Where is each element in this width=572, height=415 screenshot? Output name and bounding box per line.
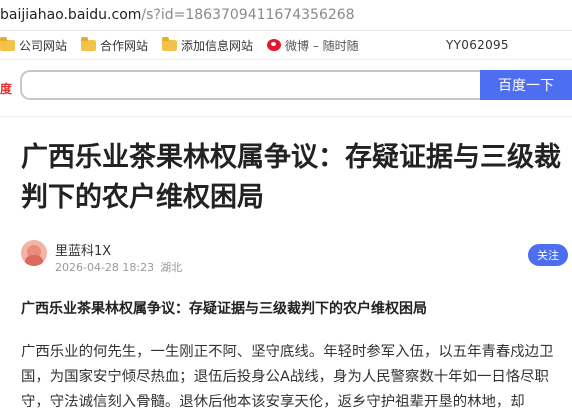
article-subtitle: 广西乐业茶果林权属争议：存疑证据与三级裁判下的农户维权困局	[21, 301, 427, 317]
folder-icon	[0, 36, 15, 51]
search-button[interactable]: 百度一下	[480, 70, 572, 100]
address-bar[interactable]: baijiahao.baidu.com/s?id=186370941167435…	[0, 0, 572, 31]
publish-date: 2026-04-28 18:23	[55, 261, 155, 274]
url-text[interactable]: baijiahao.baidu.com/s?id=186370941167435…	[0, 7, 355, 23]
bookmark-company-site[interactable]: 公司网站	[0, 36, 68, 54]
user-tag: YY062095	[446, 38, 509, 52]
bookmark-add-info-site[interactable]: 添加信息网站	[162, 36, 254, 54]
url-path: /s?id=1863709411674356268	[141, 7, 355, 23]
bookmark-label: 添加信息网站	[181, 38, 254, 53]
article-meta: 2026-04-28 18:23 湖北	[55, 259, 182, 275]
follow-button[interactable]: 关注	[528, 244, 568, 266]
bookmark-partner-site[interactable]: 合作网站	[81, 36, 149, 54]
publish-location: 湖北	[160, 261, 183, 274]
bookmark-label: 微博 – 随时随	[285, 38, 359, 53]
article-title: 广西乐业茶果林权属争议：存疑证据与三级裁判下的农户维权困局	[21, 142, 561, 213]
bookmark-label: 合作网站	[100, 38, 149, 53]
author-avatar[interactable]	[21, 240, 47, 266]
search-input[interactable]	[20, 70, 480, 100]
article-body: 广西乐业的何先生，一生刚正不阿、坚守底线。年轻时参军入伍，以五年青春戍边卫国，为…	[21, 344, 554, 410]
folder-icon	[162, 36, 178, 51]
baidu-logo-fragment[interactable]: 度	[0, 80, 12, 97]
url-host: baijiahao.baidu.com	[0, 7, 142, 23]
bookmark-label: 公司网站	[19, 38, 68, 53]
divider	[0, 116, 572, 117]
bookmark-weibo[interactable]: 微博 – 随时随	[267, 37, 359, 54]
author-name[interactable]: 里蓝科1X	[55, 240, 111, 259]
weibo-icon	[267, 39, 282, 51]
folder-icon	[81, 36, 97, 51]
